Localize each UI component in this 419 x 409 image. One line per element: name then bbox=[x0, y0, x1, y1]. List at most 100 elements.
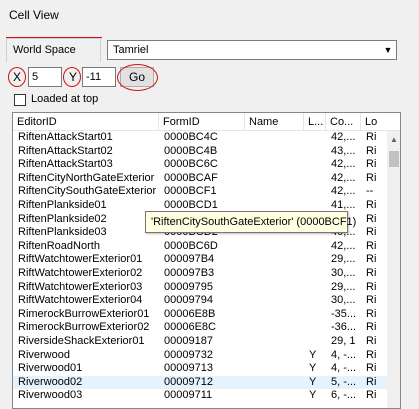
cell-name bbox=[245, 145, 304, 159]
cell-formid: 00006E8B bbox=[164, 307, 216, 320]
table-row[interactable]: Riverwood01 00009713 Y 4, -... Ri bbox=[13, 362, 389, 376]
column-header-coords[interactable]: Co... bbox=[326, 113, 361, 131]
vertical-scrollbar[interactable]: ▲ bbox=[387, 131, 400, 408]
cell-formid: 000097B3 bbox=[164, 266, 215, 279]
cell-loaded bbox=[304, 172, 326, 186]
cell-name bbox=[245, 172, 304, 186]
y-coordinate-input[interactable]: -11 bbox=[82, 67, 116, 87]
cell-location: Ri bbox=[366, 307, 377, 320]
cell-coords: 29, 1 bbox=[331, 334, 356, 347]
cell-loaded bbox=[304, 158, 326, 172]
cell-name bbox=[245, 131, 304, 145]
column-header-location[interactable]: Lo bbox=[361, 113, 400, 131]
cell-loaded bbox=[304, 253, 326, 267]
table-row[interactable]: RiftWatchtowerExterior02 000097B3 30,... Ri bbox=[13, 267, 389, 281]
cell-coords: 6, -... bbox=[331, 389, 357, 402]
scroll-up-icon[interactable]: ▲ bbox=[387, 131, 400, 147]
cell-location: Ri bbox=[366, 362, 377, 375]
table-row[interactable]: RimerockBurrowExterior01 00006E8B -35... Ri bbox=[13, 308, 389, 322]
cell-name bbox=[245, 158, 304, 172]
cell-location: Ri bbox=[366, 239, 377, 252]
chevron-down-icon[interactable]: ▼ bbox=[379, 41, 396, 59]
table-row[interactable]: RiftenAttackStart02 0000BC4B 43,... Ri bbox=[13, 145, 389, 159]
cell-editorid: RiftenRoadNorth bbox=[18, 239, 100, 252]
column-header-name[interactable]: Name bbox=[245, 113, 304, 131]
cell-formid: 000097B4 bbox=[164, 253, 215, 266]
cell-editorid: RiftenAttackStart03 bbox=[18, 158, 113, 171]
cell-coords: 42,... bbox=[331, 171, 356, 184]
cell-loaded bbox=[304, 267, 326, 281]
cell-coords: 29,... bbox=[331, 280, 356, 293]
scroll-thumb[interactable] bbox=[389, 151, 399, 167]
cell-name bbox=[245, 253, 304, 267]
cell-editorid: RiftenPlankside03 bbox=[18, 226, 107, 239]
cell-location: Ri bbox=[366, 280, 377, 293]
cell-name bbox=[245, 294, 304, 308]
table-row[interactable]: RiftenAttackStart03 0000BC6C 42,... Ri bbox=[13, 158, 389, 172]
table-row[interactable]: Riverwood03 00009711 Y 6, -... Ri bbox=[13, 389, 389, 403]
cell-editorid: RiftWatchtowerExterior01 bbox=[18, 253, 143, 266]
column-header-editorid[interactable]: EditorID bbox=[13, 113, 159, 131]
cell-coords: 4, -... bbox=[331, 348, 357, 361]
table-row[interactable]: Riverwood 00009732 Y 4, -... Ri bbox=[13, 349, 389, 363]
cell-formid: 0000BC4B bbox=[164, 144, 218, 157]
table-row[interactable]: Riverwood02 00009712 Y 5, -... Ri bbox=[13, 375, 389, 390]
table-row[interactable]: RimerockBurrowExterior02 00006E8C -36... Ri bbox=[13, 321, 389, 335]
annotation-circle bbox=[63, 67, 81, 87]
cell-loaded bbox=[304, 321, 326, 335]
cell-editorid: RiftenPlankside02 bbox=[18, 212, 107, 225]
table-row[interactable]: RiftWatchtowerExterior03 00009795 29,... Ri bbox=[13, 281, 389, 295]
column-header-loaded[interactable]: L... bbox=[304, 113, 326, 131]
cell-coords: 42,... bbox=[331, 185, 356, 198]
cell-formid: 00009795 bbox=[164, 280, 213, 293]
cell-name bbox=[245, 376, 304, 390]
cell-editorid: RiftenCitySouthGateExterior bbox=[18, 185, 157, 198]
table-row[interactable]: RiftenCityNorthGateExterior 0000BCAF 42,..… bbox=[13, 172, 389, 186]
cell-editorid: RiftenCityNorthGateExterior bbox=[18, 171, 155, 184]
cell-loaded: Y bbox=[309, 389, 317, 402]
cell-location: Ri bbox=[366, 389, 377, 402]
cell-formid: 0000BCAF bbox=[164, 171, 218, 184]
table-row[interactable]: RiftenCitySouthGateExterior 0000BCF1 42,..… bbox=[13, 185, 389, 199]
x-coordinate-input[interactable]: 5 bbox=[28, 67, 62, 87]
worldspace-selected-value: Tamriel bbox=[113, 44, 149, 56]
worldspace-label-tab: World Space bbox=[6, 38, 101, 62]
worldspace-label: World Space bbox=[13, 44, 76, 56]
cell-loaded bbox=[304, 131, 326, 145]
cell-name bbox=[245, 281, 304, 295]
cell-editorid: Riverwood bbox=[18, 348, 70, 361]
cell-coords: -36... bbox=[331, 321, 357, 334]
cell-formid: 00009713 bbox=[164, 362, 213, 375]
cell-formid: 00009187 bbox=[164, 334, 213, 347]
cell-location: Ri bbox=[366, 171, 377, 184]
cell-name bbox=[245, 321, 304, 335]
annotation-circle bbox=[117, 64, 158, 91]
cell-formid: 00009794 bbox=[164, 294, 213, 307]
cell-formid: 00009732 bbox=[164, 348, 213, 361]
table-row[interactable]: RiftWatchtowerExterior01 000097B4 29,... Ri bbox=[13, 253, 389, 267]
table-row[interactable]: RiversideShackExterior01 00009187 29, 1 Ri bbox=[13, 335, 389, 349]
cell-editorid: RiversideShackExterior01 bbox=[18, 334, 145, 347]
table-row[interactable]: RiftenAttackStart01 0000BC4C 42,... Ri bbox=[13, 131, 389, 145]
cell-loaded bbox=[304, 294, 326, 308]
column-header-formid[interactable]: FormID bbox=[159, 113, 245, 131]
cell-name bbox=[245, 240, 304, 254]
table-row[interactable]: RiftenRoadNorth 0000BC6D 42,... Ri bbox=[13, 240, 389, 254]
cell-location: Ri bbox=[366, 321, 377, 334]
cell-editorid: RiftWatchtowerExterior04 bbox=[18, 294, 143, 307]
cell-location: Ri bbox=[366, 334, 377, 347]
cell-loaded: Y bbox=[309, 362, 317, 375]
cell-list[interactable]: EditorID FormID Name L... Co... Lo Rifte… bbox=[12, 112, 401, 409]
worldspace-select[interactable]: Tamriel ▼ bbox=[107, 40, 397, 60]
cell-location: Ri bbox=[366, 212, 377, 225]
cell-name bbox=[245, 349, 304, 363]
cell-formid: 00009712 bbox=[164, 375, 213, 388]
loaded-at-top-checkbox[interactable] bbox=[14, 94, 26, 106]
table-row[interactable]: RiftWatchtowerExterior04 00009794 30,... Ri bbox=[13, 294, 389, 308]
panel-title: Cell View bbox=[9, 8, 59, 22]
cell-location: Ri bbox=[366, 375, 377, 388]
cell-location: Ri bbox=[366, 294, 377, 307]
cell-coords: 30,... bbox=[331, 294, 356, 307]
cell-editorid: Riverwood02 bbox=[18, 375, 83, 388]
cell-coords: 42,... bbox=[331, 239, 356, 252]
